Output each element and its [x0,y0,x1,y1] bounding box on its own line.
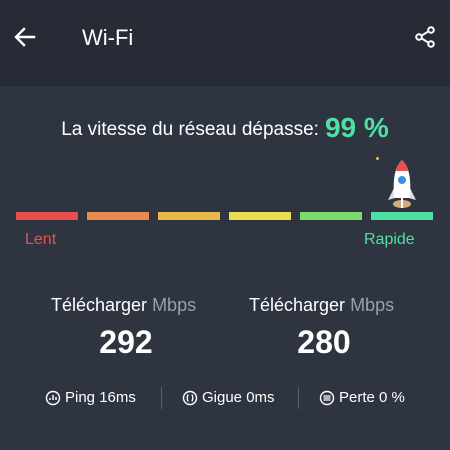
app-header: Wi-Fi [0,0,450,80]
speed-scale-segment-5 [300,212,362,220]
stat-loss: Perte 0 % [319,389,405,406]
stat-ping: Ping 16ms [45,389,136,406]
stat-jitter-text: Gigue 0ms [202,389,275,406]
share-button[interactable] [410,22,440,52]
speed-scale-segment-6 [371,212,433,220]
ping-icon [45,390,61,405]
metric-2-name: Télécharger [249,295,346,315]
metric-2-label: Télécharger Mbps [249,295,394,316]
speed-percent: 99 % [324,112,389,143]
speed-scale-segment-1 [16,212,78,220]
page-title: Wi-Fi [82,25,134,50]
metric-1-name: Télécharger [51,295,148,315]
stat-loss-text: Perte 0 % [339,389,405,406]
metric-1-unit: Mbps [152,295,197,315]
metric-2-unit: Mbps [350,295,395,315]
scale-min-label: Lent [25,231,57,248]
stat-jitter: Gigue 0ms [182,389,275,406]
sparkle-dot [376,157,379,160]
speed-scale-segment-2 [87,212,149,220]
stat-divider [161,387,162,409]
headline-text: La vitesse du réseau dépasse: [61,119,319,140]
metric-1-value: 292 [99,324,153,360]
arrow-left-icon [14,27,36,47]
share-icon [415,26,435,48]
back-button[interactable] [10,22,40,52]
loss-icon [319,390,335,405]
speed-scale-segment-3 [158,212,220,220]
stat-ping-text: Ping 16ms [65,389,136,406]
metric-1-label: Télécharger Mbps [51,295,196,316]
scale-max-label: Rapide [364,231,415,248]
stat-divider [298,387,299,409]
rocket-icon [388,160,416,208]
speed-scale-segment-4 [229,212,291,220]
metric-2-value: 280 [297,324,351,360]
jitter-icon [182,390,198,405]
speed-headline: La vitesse du réseau dépasse: 99 % [0,112,450,144]
